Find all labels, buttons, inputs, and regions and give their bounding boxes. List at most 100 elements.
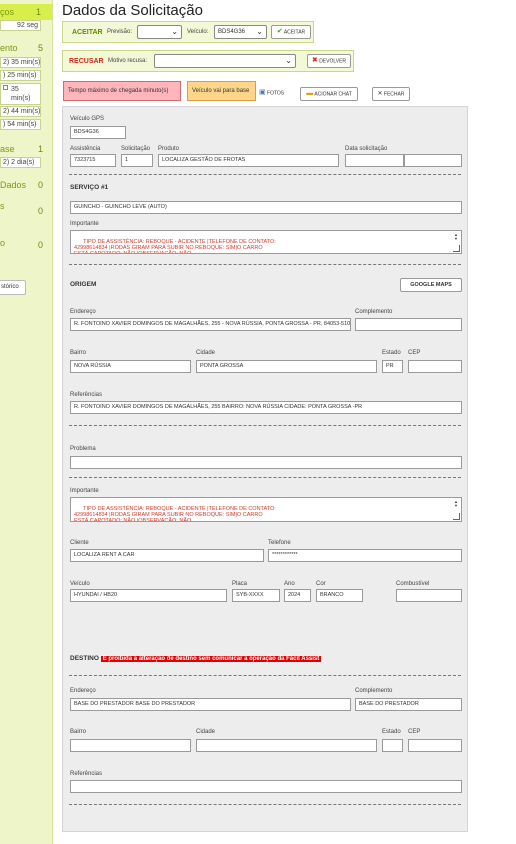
request-time-field[interactable]: [404, 154, 462, 167]
sidebar-count: 0: [37, 180, 43, 190]
sidebar-section-services[interactable]: ços 1: [0, 4, 52, 20]
accept-button[interactable]: ✔ ACEITAR: [271, 25, 311, 39]
origin-zip-field[interactable]: [408, 360, 462, 373]
sidebar-item[interactable]: ) 54 min(s): [0, 119, 41, 130]
forecast-label: Previsão:: [107, 29, 133, 35]
origin-complement-label: Complemento: [355, 309, 393, 315]
dest-complement-label: Complemento: [355, 688, 393, 694]
product-label: Produto: [158, 146, 180, 152]
reason-select[interactable]: ⌄: [154, 54, 296, 68]
sidebar-item[interactable]: 92 seg: [0, 20, 41, 31]
gps-vehicle-field[interactable]: BDS4G36: [70, 126, 126, 139]
sidebar-item[interactable]: 2) 2 dia(s): [0, 157, 41, 168]
assistance-label: Assistência: [70, 146, 101, 152]
year-field[interactable]: 2024: [284, 589, 311, 602]
dest-district-field[interactable]: [70, 739, 191, 752]
dest-zip-label: CEP: [408, 729, 421, 735]
history-button[interactable]: stórico: [0, 280, 26, 295]
dest-city-field[interactable]: [196, 739, 377, 752]
fuel-field[interactable]: [396, 589, 462, 602]
origin-state-field[interactable]: PR: [382, 360, 403, 373]
forecast-select[interactable]: ⌄: [137, 25, 182, 39]
dest-references-field[interactable]: [70, 780, 462, 793]
color-label: Cor: [316, 581, 326, 587]
dest-address-field[interactable]: BASE DO PRESTADOR BASE DO PRESTADOR: [70, 698, 351, 711]
dest-district-label: Bairro: [70, 729, 87, 735]
request-date-field[interactable]: [345, 154, 404, 167]
close-button[interactable]: ✕ FECHAR: [372, 87, 410, 101]
divider: [69, 804, 461, 805]
accept-label: ACEITAR: [72, 29, 103, 36]
dest-address-label: Endereço: [70, 688, 96, 694]
scroll-arrows-icon: ▲ ▼: [454, 499, 458, 508]
sidebar-title: ento: [0, 43, 18, 53]
problem-field[interactable]: [70, 456, 462, 469]
origin-district-field[interactable]: NOVA RÚSSIA: [70, 360, 191, 373]
destination-title: DESTINO É proibida a alteração de destin…: [70, 655, 322, 662]
divider: [69, 425, 461, 426]
assistance-field[interactable]: 7323715: [70, 154, 116, 167]
google-maps-button[interactable]: GOOGLE MAPS: [400, 278, 462, 292]
product-field[interactable]: LOCALIZA GESTÃO DE FROTAS: [158, 154, 339, 167]
destination-warning: É proibida a alteração de destino sem co…: [100, 656, 322, 662]
close-x-icon: ✖: [311, 57, 318, 64]
sidebar-item[interactable]: ) 25 min(s): [0, 70, 41, 81]
sidebar-item[interactable]: 2) 35 min(s): [0, 57, 41, 68]
chevron-down-icon: ⌄: [171, 27, 178, 36]
camera-icon: ▣: [259, 89, 266, 96]
phone-field[interactable]: ************: [268, 549, 462, 562]
return-button-label: DEVOLVER: [319, 58, 347, 65]
request-date-label: Data solicitação: [345, 146, 388, 152]
dest-complement-field[interactable]: BASE DO PRESTADOR: [355, 698, 462, 711]
chevron-down-icon: ⌄: [256, 27, 263, 36]
accept-button-label: ACEITAR: [283, 29, 306, 36]
return-button[interactable]: ✖ DEVOLVER: [307, 54, 351, 68]
accept-bar: ACEITAR Previsão: ⌄ Veículo: BDS4G36 ⌄ ✔…: [62, 21, 314, 43]
sidebar: ços 1 92 seg ento 5 2) 35 min(s) ) 25 mi…: [0, 0, 53, 844]
close-button-label: FECHAR: [383, 91, 405, 98]
client-field[interactable]: LOCALIZA RENT A CAR: [70, 549, 264, 562]
origin-address-label: Endereço: [70, 309, 96, 315]
dest-state-field[interactable]: [382, 739, 403, 752]
sidebar-item[interactable]: 35 min(s): [0, 83, 41, 105]
important-text: TIPO DE ASSISTÊNCIA: REBOQUE - ACIDENTE …: [74, 239, 276, 254]
refuse-label: RECUSAR: [69, 58, 104, 65]
fuel-label: Combustível: [396, 581, 430, 587]
vehicle-base-tag[interactable]: Veículo vai para base: [187, 81, 256, 101]
sidebar-title: ços: [0, 7, 15, 17]
color-field[interactable]: BRANCO: [316, 589, 363, 602]
sidebar-item[interactable]: 2) 44 min(s): [0, 106, 41, 117]
origin-references-field[interactable]: R. FONTOINO XAVIER DOMINGOS DE MAGALHÃES…: [70, 401, 462, 414]
important2-textarea[interactable]: TIPO DE ASSISTÊNCIA: REBOQUE - ACIDENTE …: [70, 497, 462, 522]
origin-address-field[interactable]: R. FONTOINO XAVIER DOMINGOS DE MAGALHÃES…: [70, 318, 351, 331]
plate-field[interactable]: SYB-XXXX: [232, 589, 280, 602]
photos-button[interactable]: ▣ FOTOS: [259, 87, 296, 101]
resize-grip-icon[interactable]: [453, 513, 460, 520]
sidebar-title: s: [0, 201, 5, 211]
resize-grip-icon[interactable]: [453, 245, 460, 252]
sidebar-count: 5: [37, 43, 43, 53]
problem-label: Problema: [70, 446, 96, 452]
photos-button-label: FOTOS: [267, 90, 285, 97]
plate-label: Placa: [232, 581, 248, 587]
divider: [69, 477, 461, 478]
important2-text: TIPO DE ASSISTÊNCIA: REBOQUE - ACIDENTE …: [74, 506, 276, 522]
destination-title-text: DESTINO: [70, 655, 99, 662]
origin-city-field[interactable]: PONTA GROSSA: [196, 360, 377, 373]
important-textarea[interactable]: TIPO DE ASSISTÊNCIA: REBOQUE - ACIDENTE …: [70, 230, 462, 254]
origin-district-label: Bairro: [70, 350, 87, 356]
reason-label: Motivo recusa:: [108, 58, 148, 64]
divider: [69, 174, 461, 175]
vehicle-field[interactable]: HYUNDAI / HB20: [70, 589, 227, 602]
request-field[interactable]: 1: [121, 154, 153, 167]
service-field[interactable]: GUINCHO - GUINCHO LEVE (AUTO): [70, 201, 462, 214]
origin-references-label: Referências: [70, 392, 103, 398]
origin-complement-field[interactable]: [355, 318, 462, 331]
chat-button[interactable]: ▬ ACIONAR CHAT: [300, 87, 358, 101]
gps-vehicle-label: Veículo GPS: [70, 116, 105, 122]
expand-icon: [3, 85, 8, 90]
dest-references-label: Referências: [70, 771, 103, 777]
dest-zip-field[interactable]: [408, 739, 462, 752]
vehicle-select[interactable]: BDS4G36 ⌄: [214, 25, 267, 39]
chat-button-label: ACIONAR CHAT: [314, 91, 352, 98]
